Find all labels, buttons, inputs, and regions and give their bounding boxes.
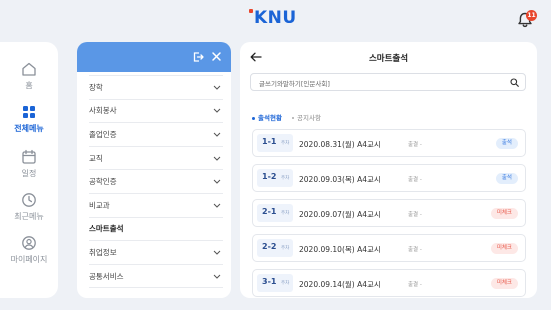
week-unit: 주차 [281,141,290,146]
rail-label: 홈 [25,81,33,90]
rail-item-all-menu[interactable]: 전체메뉴 [0,104,58,134]
chevron-down-icon [213,274,221,279]
notification-badge: 11 [526,10,537,21]
rail-label: 일정 [21,169,37,178]
menu-item-label: 교직 [89,153,103,163]
chevron-down-icon [213,250,221,255]
tab-attendance-status[interactable]: 출석현황 [252,112,282,122]
status-badge: 출석 [495,173,518,184]
week-number: 1-2 [262,172,277,181]
week-badge: 1-2 주차 [257,169,293,187]
week-number: 2-2 [262,242,277,251]
tab-label: 공지사항 [297,114,321,122]
menu-item-scholarship[interactable]: 장학 [89,76,223,100]
week-unit: 주차 [281,176,290,181]
chevron-down-icon [213,132,221,137]
menu-item-common-services[interactable]: 공통서비스 [89,265,223,289]
attendance-status-text: 출결 - [408,212,422,218]
class-date: 2020.09.03(목) A4교시 [299,175,381,184]
user-icon [22,236,36,250]
attendance-status-text: 출결 - [408,177,422,183]
week-unit: 주차 [281,246,290,251]
menu-item-extracurricular[interactable]: 비교과 [89,194,223,218]
menu-item-label: 졸업인증 [89,129,117,139]
week-unit: 주차 [281,211,290,216]
menu-item-label: 취업정보 [89,247,117,257]
search-icon[interactable] [510,78,519,87]
class-date: 2020.09.14(월) A4교시 [299,280,381,289]
attendance-status-text: 출결 - [408,247,422,253]
menu-item-label: 장학 [89,82,103,92]
logo-text: KNU [254,8,297,28]
class-date: 2020.09.07(월) A4교시 [299,210,381,219]
close-icon[interactable] [211,51,222,62]
status-badge: 미체크 [490,208,518,219]
week-badge: 1-1 주차 [257,134,293,152]
menu-item-label: 사회봉사 [89,106,117,116]
search-placeholder: 글쓰기와말하기[인문사회] [259,80,330,88]
week-unit: 주차 [281,281,290,286]
menu-item-engineering-cert[interactable]: 공학인증 [89,170,223,194]
attendance-status-text: 출결 - [408,142,422,148]
class-date: 2020.09.10(목) A4교시 [299,245,381,254]
week-badge: 2-1 주차 [257,204,293,222]
menu-item-teaching[interactable]: 교직 [89,147,223,171]
side-rail: 홈 전체메뉴 일정 최근메뉴 마이페이지 [0,42,58,298]
list-item[interactable]: 2-2 주차 2020.09.10(목) A4교시 출결 - 미체크 [252,234,526,262]
list-item[interactable]: 1-1 주차 2020.08.31(월) A4교시 출결 - 출석 [252,129,526,157]
chevron-down-icon [213,156,221,161]
list-item[interactable]: 2-1 주차 2020.09.07(월) A4교시 출결 - 미체크 [252,199,526,227]
list-item[interactable]: 1-2 주차 2020.09.03(목) A4교시 출결 - 출석 [252,164,526,192]
menu-item-label: 비교과 [89,200,110,210]
tab-label: 출석현황 [258,114,282,122]
attendance-list: 1-1 주차 2020.08.31(월) A4교시 출결 - 출석 1-2 주차… [252,129,526,298]
status-badge: 미체크 [490,243,518,254]
class-date: 2020.08.31(월) A4교시 [299,140,381,149]
rail-item-schedule[interactable]: 일정 [0,149,58,179]
status-badge: 미체크 [490,278,518,289]
chevron-down-icon [213,179,221,184]
attendance-status-text: 출결 - [408,282,422,288]
rail-label: 전체메뉴 [14,124,44,133]
logout-icon[interactable] [192,51,204,63]
menu-item-smart-attendance[interactable]: 스마트출석 [89,218,223,242]
clock-icon [22,193,36,207]
chevron-down-icon [213,85,221,90]
rail-item-home[interactable]: 홈 [0,61,58,91]
tab-notices[interactable]: 공지사항 [292,112,321,122]
week-number: 1-1 [262,137,277,146]
menu-item-label: 공학인증 [89,177,117,187]
week-badge: 3-1 주차 [257,274,293,292]
week-number: 3-1 [262,277,277,286]
status-badge: 출석 [495,138,518,149]
calendar-icon [22,149,36,164]
course-search-field[interactable]: 글쓰기와말하기[인문사회] [250,73,526,91]
rail-label: 최근메뉴 [14,212,44,221]
all-menu-panel: 등록 장학 사회봉사 졸업인증 교직 공학인증 비교과 스마트출석 [77,42,231,298]
menu-list: 등록 장학 사회봉사 졸업인증 교직 공학인증 비교과 스마트출석 [89,61,223,289]
menu-item-employment[interactable]: 취업정보 [89,241,223,265]
home-icon [22,62,36,76]
menu-item-label: 공통서비스 [89,271,124,281]
logo-accent-dot [249,9,253,13]
chevron-down-icon [213,203,221,208]
menu-item-volunteer[interactable]: 사회봉사 [89,100,223,124]
menu-item-label: 스마트출석 [89,224,124,234]
grid-icon [23,106,35,118]
chevron-down-icon [213,109,221,114]
rail-item-my-page[interactable]: 마이페이지 [0,235,58,265]
list-item[interactable]: 3-1 주차 2020.09.14(월) A4교시 출결 - 미체크 [252,269,526,297]
week-badge: 2-2 주차 [257,239,293,257]
smart-attendance-panel: 스마트출석 글쓰기와말하기[인문사회] 출석현황 공지사항 1-1 주차 202… [240,42,537,298]
rail-label: 마이페이지 [10,255,48,264]
rail-item-recent-menu[interactable]: 최근메뉴 [0,192,58,222]
page-title: 스마트출석 [368,54,409,64]
week-number: 2-1 [262,207,277,216]
attendance-tabs: 출석현황 공지사항 [252,112,329,122]
menu-panel-header [77,42,231,72]
menu-item-graduation[interactable]: 졸업인증 [89,123,223,147]
